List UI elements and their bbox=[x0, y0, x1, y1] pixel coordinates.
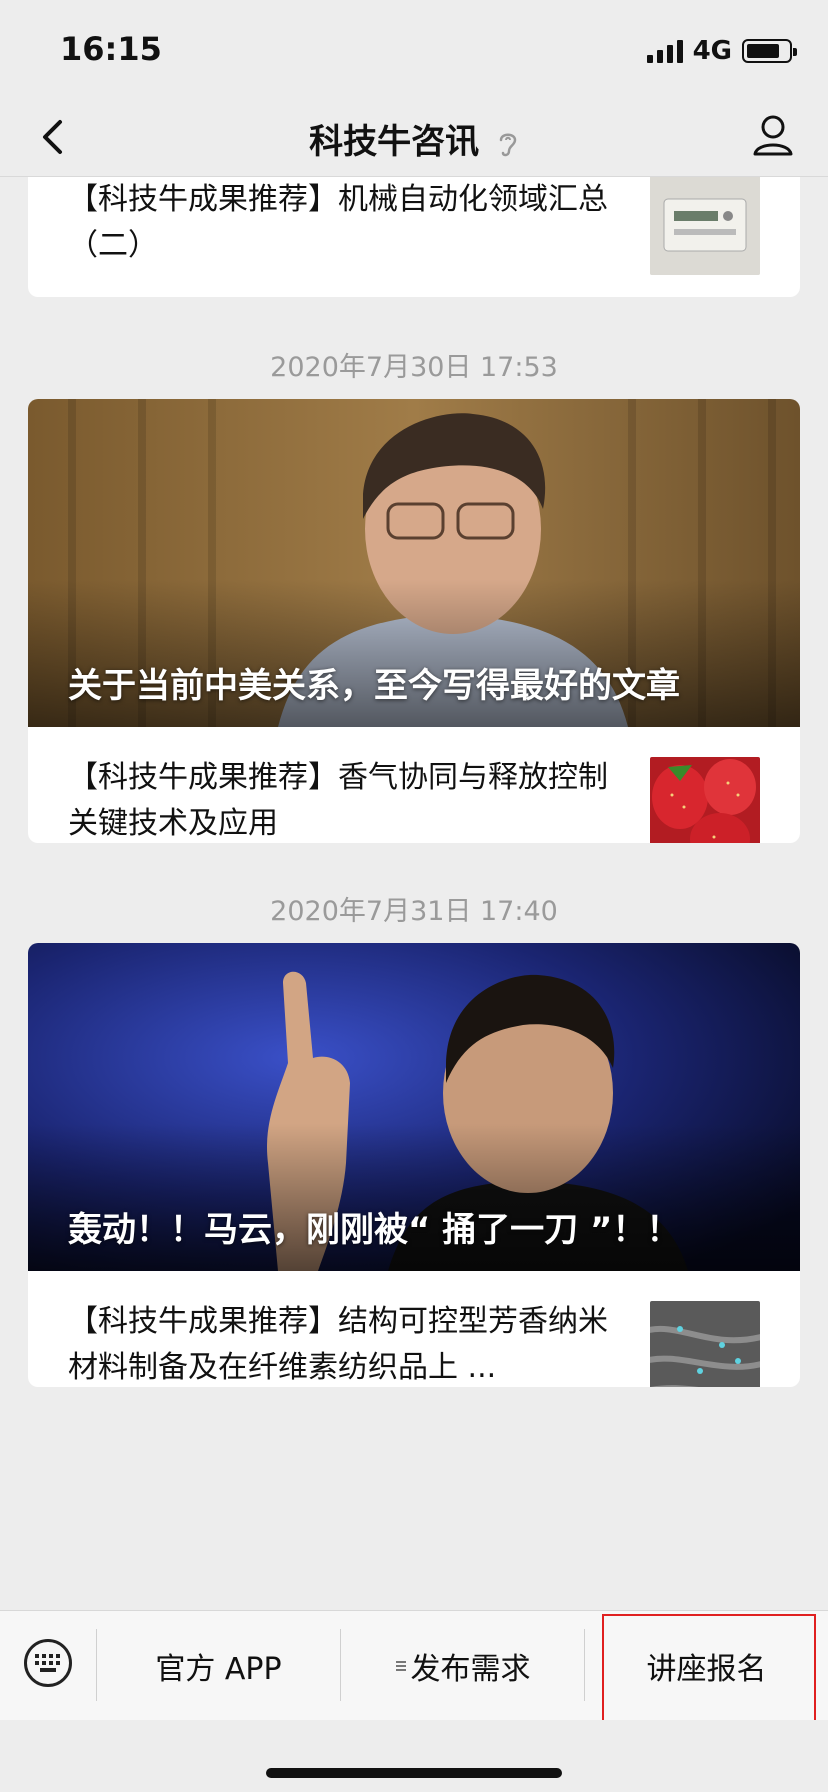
home-indicator[interactable] bbox=[266, 1768, 562, 1778]
person-icon[interactable] bbox=[748, 110, 798, 160]
highlight-box bbox=[602, 1614, 816, 1722]
menu-label: 官方 APP bbox=[155, 1652, 282, 1687]
article-thumbnail[interactable] bbox=[650, 177, 760, 275]
hero-article[interactable]: 关于当前中美关系，至今写得最好的文章 bbox=[28, 399, 800, 727]
article-card[interactable]: 关于当前中美关系，至今写得最好的文章 【科技牛成果推荐】香气协同与释放控制关键技… bbox=[28, 399, 800, 843]
article-card[interactable]: 【科技牛成果推荐】机械自动化领域汇总（二） bbox=[28, 177, 800, 297]
message-timestamp: 2020年7月31日 17:40 bbox=[270, 896, 558, 927]
article-row[interactable]: 【科技牛成果推荐】结构可控型芳香纳米材料制备及在纤维素纺织品上 ... bbox=[28, 1271, 800, 1387]
menu-post-request[interactable]: 发布需求 bbox=[341, 1611, 584, 1721]
ear-icon bbox=[499, 133, 517, 156]
status-time: 16:15 bbox=[60, 30, 162, 68]
message-feed[interactable]: 【科技牛成果推荐】机械自动化领域汇总（二） 2020年7月30日 17:53 关… bbox=[0, 177, 828, 1610]
battery-icon bbox=[742, 39, 797, 63]
menu-lines-icon bbox=[395, 1661, 406, 1671]
article-row[interactable]: 【科技牛成果推荐】香气协同与释放控制关键技术及应用 bbox=[28, 727, 800, 843]
hero-article[interactable]: 轰动！！马云，刚刚被“ 捅了一刀 ”！！ bbox=[28, 943, 800, 1271]
page-title-area: 科技牛咨讯 bbox=[0, 114, 828, 163]
hero-title[interactable]: 轰动！！马云，刚刚被“ 捅了一刀 ”！！ bbox=[68, 1202, 680, 1251]
menu-official-app[interactable]: 官方 APP bbox=[97, 1611, 340, 1721]
hero-title[interactable]: 关于当前中美关系，至今写得最好的文章 bbox=[68, 658, 680, 707]
signal-icon bbox=[646, 39, 683, 63]
article-thumbnail[interactable] bbox=[650, 1301, 760, 1387]
status-bar: 16:15 4G bbox=[0, 0, 828, 100]
menu-label: 发布需求 bbox=[410, 1652, 531, 1687]
article-card[interactable]: 轰动！！马云，刚刚被“ 捅了一刀 ”！！ 【科技牛成果推荐】结构可控型芳香纳米材… bbox=[28, 943, 800, 1387]
article-title[interactable]: 【科技牛成果推荐】香气协同与释放控制关键技术及应用 bbox=[68, 755, 628, 843]
message-timestamp: 2020年7月30日 17:53 bbox=[270, 352, 558, 383]
keyboard-icon[interactable] bbox=[24, 1639, 72, 1687]
article-row[interactable]: 【科技牛成果推荐】机械自动化领域汇总（二） bbox=[28, 177, 800, 297]
article-thumbnail[interactable] bbox=[650, 757, 760, 843]
page-title: 科技牛咨讯 bbox=[309, 122, 480, 162]
status-indicators: 4G bbox=[646, 36, 797, 66]
nav-bar: 科技牛咨讯 bbox=[0, 100, 828, 177]
article-title[interactable]: 【科技牛成果推荐】结构可控型芳香纳米材料制备及在纤维素纺织品上 ... bbox=[68, 1299, 628, 1387]
article-title[interactable]: 【科技牛成果推荐】机械自动化领域汇总（二） bbox=[68, 177, 628, 269]
home-area bbox=[0, 1720, 828, 1792]
network-type: 4G bbox=[692, 36, 732, 66]
